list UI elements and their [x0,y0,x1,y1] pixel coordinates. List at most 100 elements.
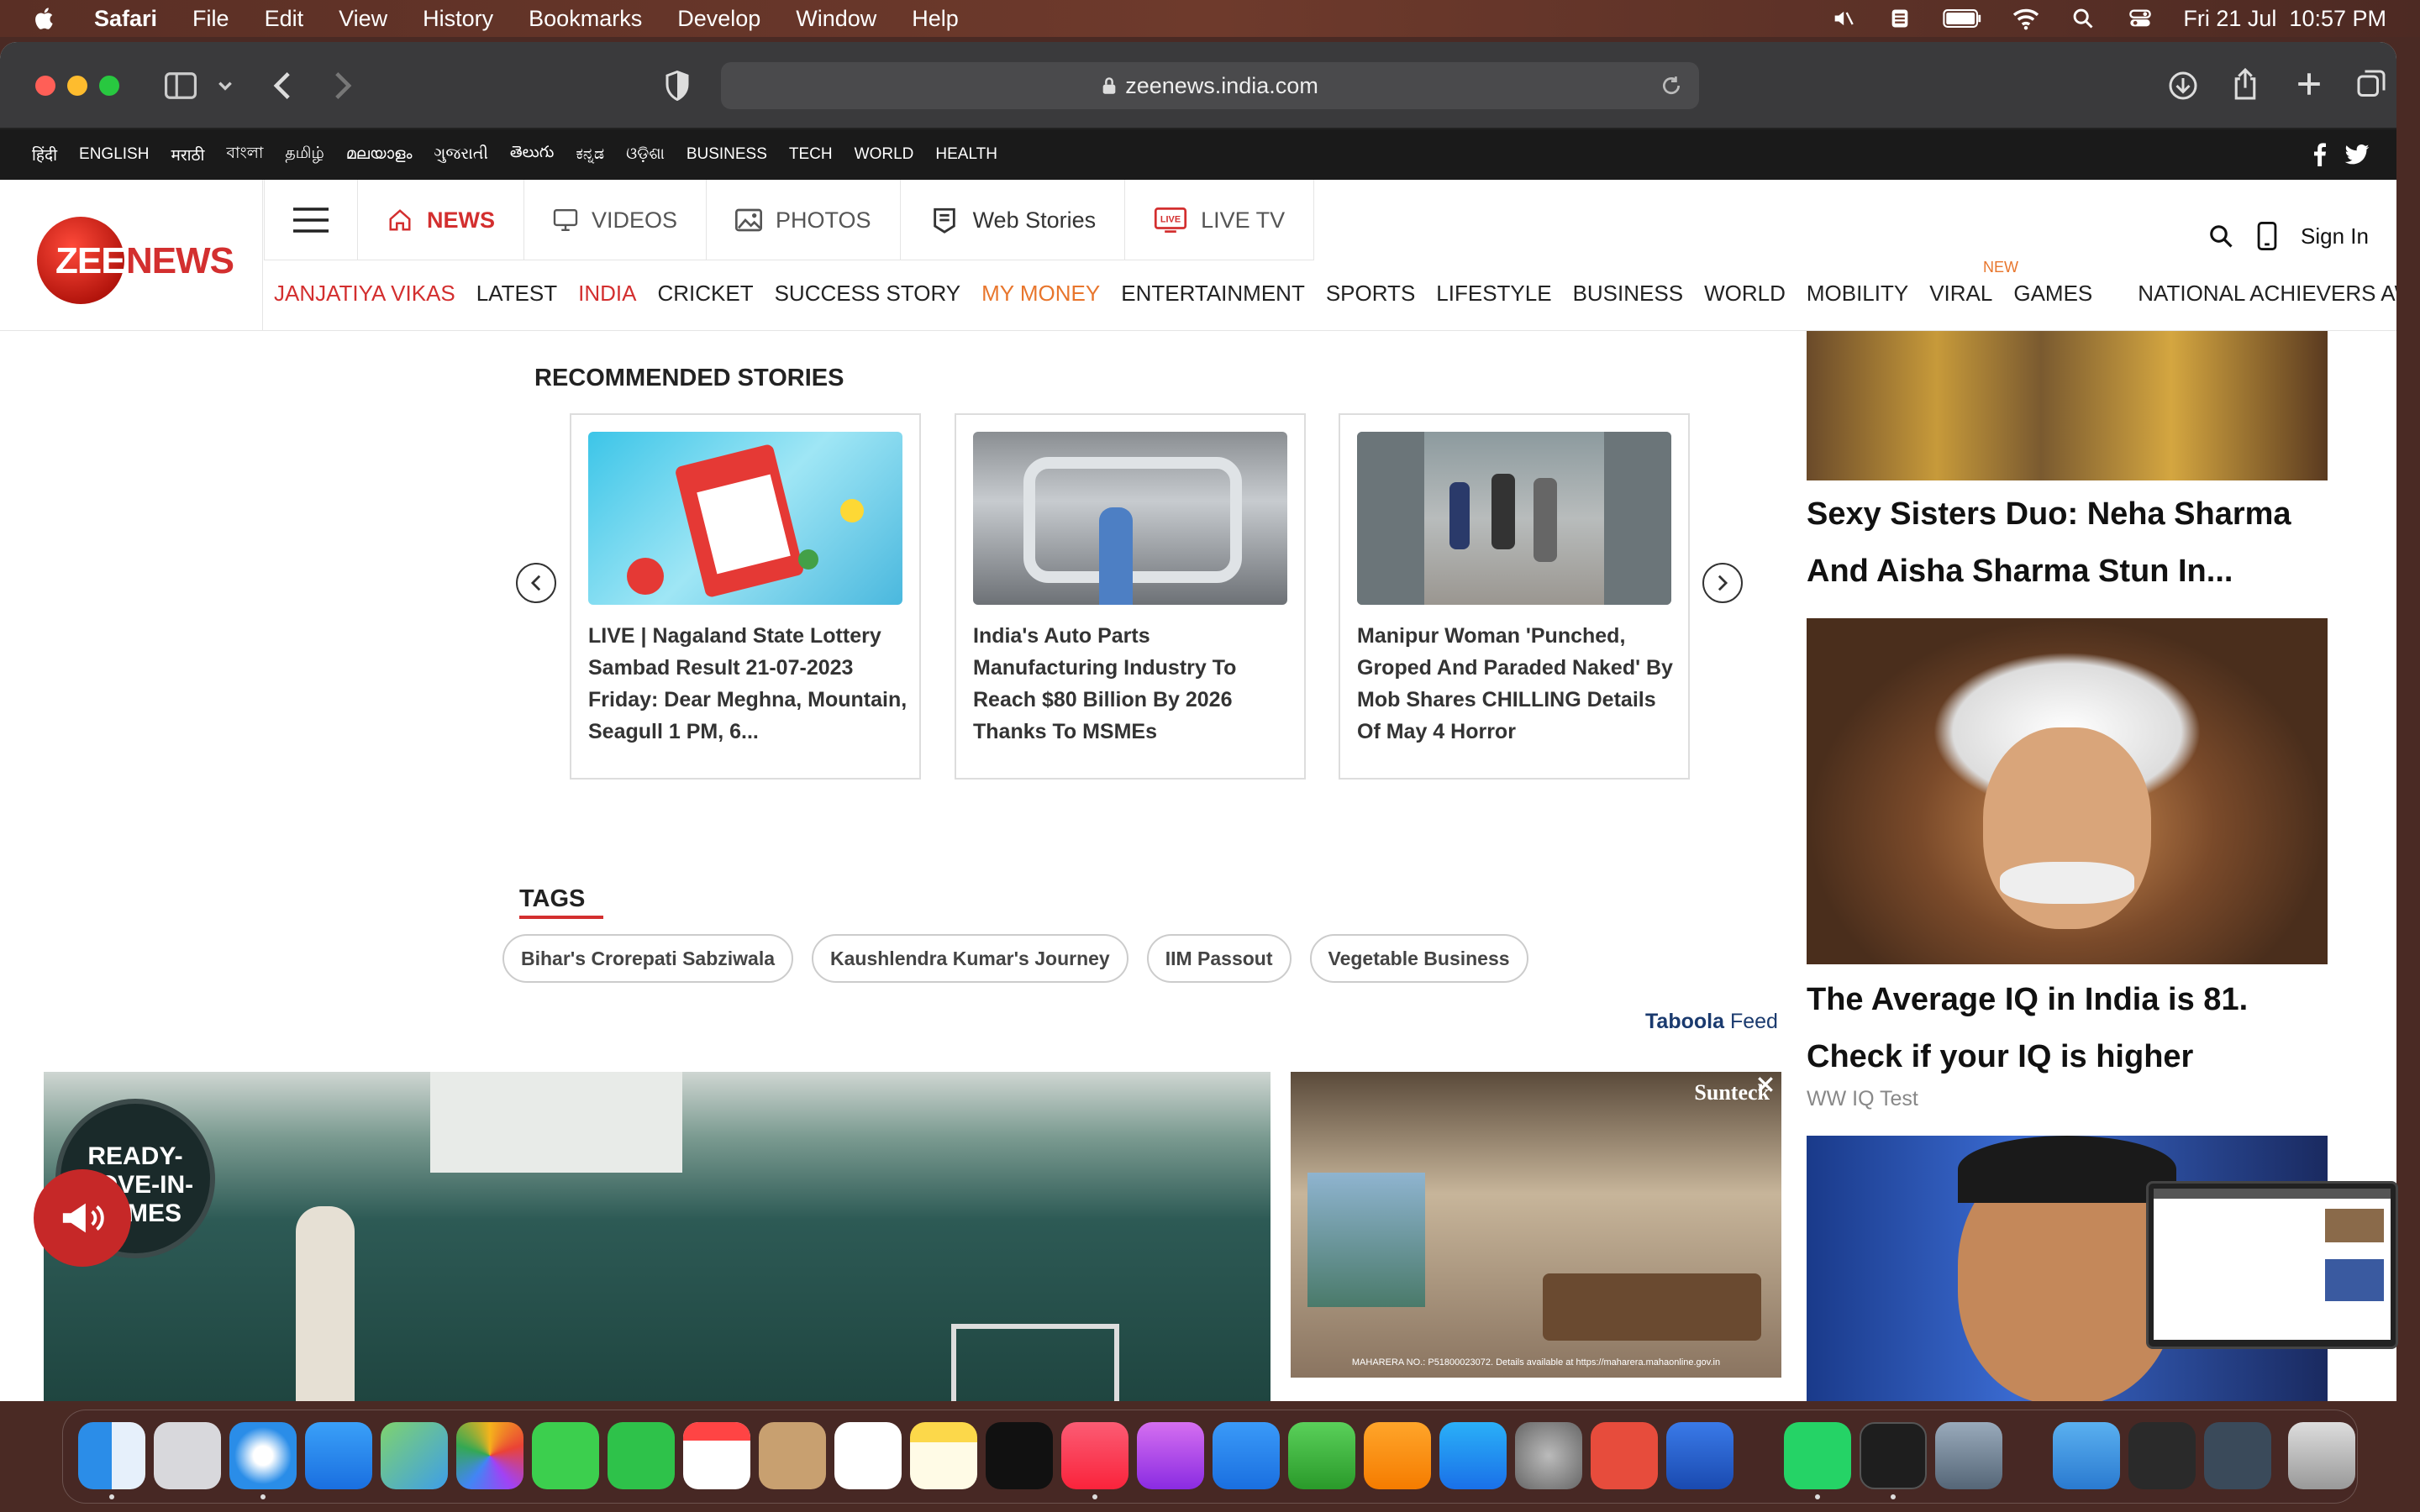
apple-tv-icon[interactable] [986,1422,1053,1489]
downloads-folder-icon[interactable] [2053,1422,2120,1489]
numbers-icon[interactable] [1288,1422,1355,1489]
privacy-shield-icon[interactable] [664,71,691,101]
story-title[interactable]: LIVE | Nagaland State Lottery Sambad Res… [588,620,908,748]
downloads-icon[interactable] [2168,71,2198,101]
nav-entertainment[interactable]: ENTERTAINMENT [1121,281,1305,307]
reminders-icon[interactable] [834,1422,902,1489]
nav-live-tv[interactable]: LIVE LIVE TV [1124,180,1315,260]
tag-chip[interactable]: Kaushlendra Kumar's Journey [812,934,1128,983]
mute-icon[interactable] [1828,7,1857,30]
podcasts-icon[interactable] [1137,1422,1204,1489]
audio-button[interactable] [34,1169,131,1267]
music-icon[interactable] [1061,1422,1128,1489]
forward-icon[interactable] [331,71,355,101]
recent-window-thumbnail[interactable] [2204,1422,2271,1489]
lang-link-malayalam[interactable]: മലയാളം [346,145,413,164]
sign-in-link[interactable]: Sign In [2301,223,2369,249]
facebook-icon[interactable] [2312,143,2328,166]
nav-world[interactable]: WORLD [1704,281,1786,307]
minimize-window-button[interactable] [67,76,87,96]
zoom-window-button[interactable] [99,76,119,96]
search-icon[interactable] [2208,223,2233,249]
story-title[interactable]: Manipur Woman 'Punched, Groped And Parad… [1357,620,1676,748]
nav-lifestyle[interactable]: LIFESTYLE [1436,281,1551,307]
wifi-icon[interactable] [2012,7,2040,30]
nav-national-achievers-award[interactable]: NATIONAL ACHIEVERS AWARD [2138,281,2396,307]
sidebar-story-title[interactable]: Sexy Sisters Duo: Neha Sharma And Aisha … [1807,486,2328,600]
chevron-down-icon[interactable] [217,77,234,94]
menu-develop[interactable]: Develop [677,6,760,32]
url-bar[interactable]: zeenews.india.com [721,62,1699,109]
lang-link-hindi[interactable]: हिंदी [32,144,57,165]
whatsapp-icon[interactable] [1784,1422,1851,1489]
nav-cricket[interactable]: CRICKET [657,281,753,307]
sidebar-image-1[interactable] [1807,331,2328,480]
tag-chip[interactable]: Bihar's Crorepati Sabziwala [502,934,794,983]
lang-link-english[interactable]: ENGLISH [79,145,149,164]
safari-icon[interactable] [229,1422,297,1489]
pages-icon[interactable] [1364,1422,1431,1489]
lang-link-odia[interactable]: ଓଡ଼ିଶା [626,145,665,164]
tab-overview-icon[interactable] [2356,69,2386,99]
nav-viral[interactable]: VIRAL [1929,281,1992,307]
finder-icon[interactable] [78,1422,145,1489]
facetime-icon[interactable] [608,1422,675,1489]
vpn-app-icon[interactable] [1666,1422,1733,1489]
menu-help[interactable]: Help [912,6,959,32]
vpn-shield-icon[interactable] [1886,7,1914,30]
nav-success-story[interactable]: SUCCESS STORY [775,281,961,307]
keynote-icon[interactable] [1213,1422,1280,1489]
nav-photos[interactable]: PHOTOS [706,180,900,260]
lang-link-gujarati[interactable]: ગુજરાતી [434,145,488,164]
screenshot-preview-thumbnail[interactable] [2146,1181,2398,1349]
nav-india[interactable]: INDIA [578,281,636,307]
menu-edit[interactable]: Edit [265,6,304,32]
lang-link-health[interactable]: HEALTH [935,145,997,164]
lang-link-marathi[interactable]: मराठी [171,144,204,165]
nav-latest[interactable]: LATEST [476,281,557,307]
back-icon[interactable] [271,71,294,101]
control-center-icon[interactable] [2126,7,2154,30]
menu-app-name[interactable]: Safari [94,6,157,32]
lang-link-tamil[interactable]: தமிழ் [285,144,324,165]
tag-chip[interactable]: IIM Passout [1146,934,1292,983]
contacts-icon[interactable] [759,1422,826,1489]
nav-games[interactable]: GAMES [2013,281,2092,307]
nav-videos[interactable]: VIDEOS [523,180,706,260]
app-store-icon[interactable] [1439,1422,1507,1489]
story-card[interactable]: India's Auto Parts Manufacturing Industr… [955,413,1306,780]
nav-news[interactable]: NEWS [357,180,523,260]
mail-icon[interactable] [305,1422,372,1489]
launchpad-icon[interactable] [154,1422,221,1489]
story-card[interactable]: Manipur Woman 'Punched, Groped And Parad… [1339,413,1690,780]
sidebar-toggle-icon[interactable] [165,72,197,99]
tag-chip[interactable]: Vegetable Business [1309,934,1528,983]
story-card[interactable]: LIVE | Nagaland State Lottery Sambad Res… [570,413,921,780]
battery-icon[interactable] [1943,7,1983,30]
story-title[interactable]: India's Auto Parts Manufacturing Industr… [973,620,1292,748]
reload-icon[interactable] [1660,75,1682,97]
menubar-clock[interactable]: Fri 21 Jul 10:57 PM [2183,6,2386,32]
menu-bookmarks[interactable]: Bookmarks [529,6,642,32]
nav-mobility[interactable]: MOBILITY [1807,281,1908,307]
new-tab-icon[interactable] [2296,71,2323,97]
nav-my-money[interactable]: MY MONEY [981,281,1100,307]
lang-link-kannada[interactable]: ಕನ್ನಡ [576,145,604,164]
photos-icon[interactable] [456,1422,523,1489]
carousel-next-button[interactable] [1702,563,1743,603]
maps-icon[interactable] [381,1422,448,1489]
ad-banner-large[interactable]: READY- MOVE-IN- HOMES [44,1072,1270,1401]
hamburger-menu-button[interactable] [264,180,357,260]
mobile-app-icon[interactable] [2257,222,2277,250]
zeenews-logo[interactable]: ZEE NEWS [37,213,234,306]
recent-window-thumbnail[interactable] [2128,1422,2196,1489]
menu-history[interactable]: History [423,6,493,32]
close-window-button[interactable] [35,76,55,96]
nav-business[interactable]: BUSINESS [1573,281,1684,307]
trash-icon[interactable] [2288,1422,2355,1489]
calendar-icon[interactable] [683,1422,750,1489]
menu-view[interactable]: View [339,6,387,32]
nav-janjatiya-vikas[interactable]: JANJATIYA VIKAS [274,281,455,307]
sidebar-story-title[interactable]: The Average IQ in India is 81. Check if … [1807,971,2328,1085]
system-settings-icon[interactable] [1515,1422,1582,1489]
